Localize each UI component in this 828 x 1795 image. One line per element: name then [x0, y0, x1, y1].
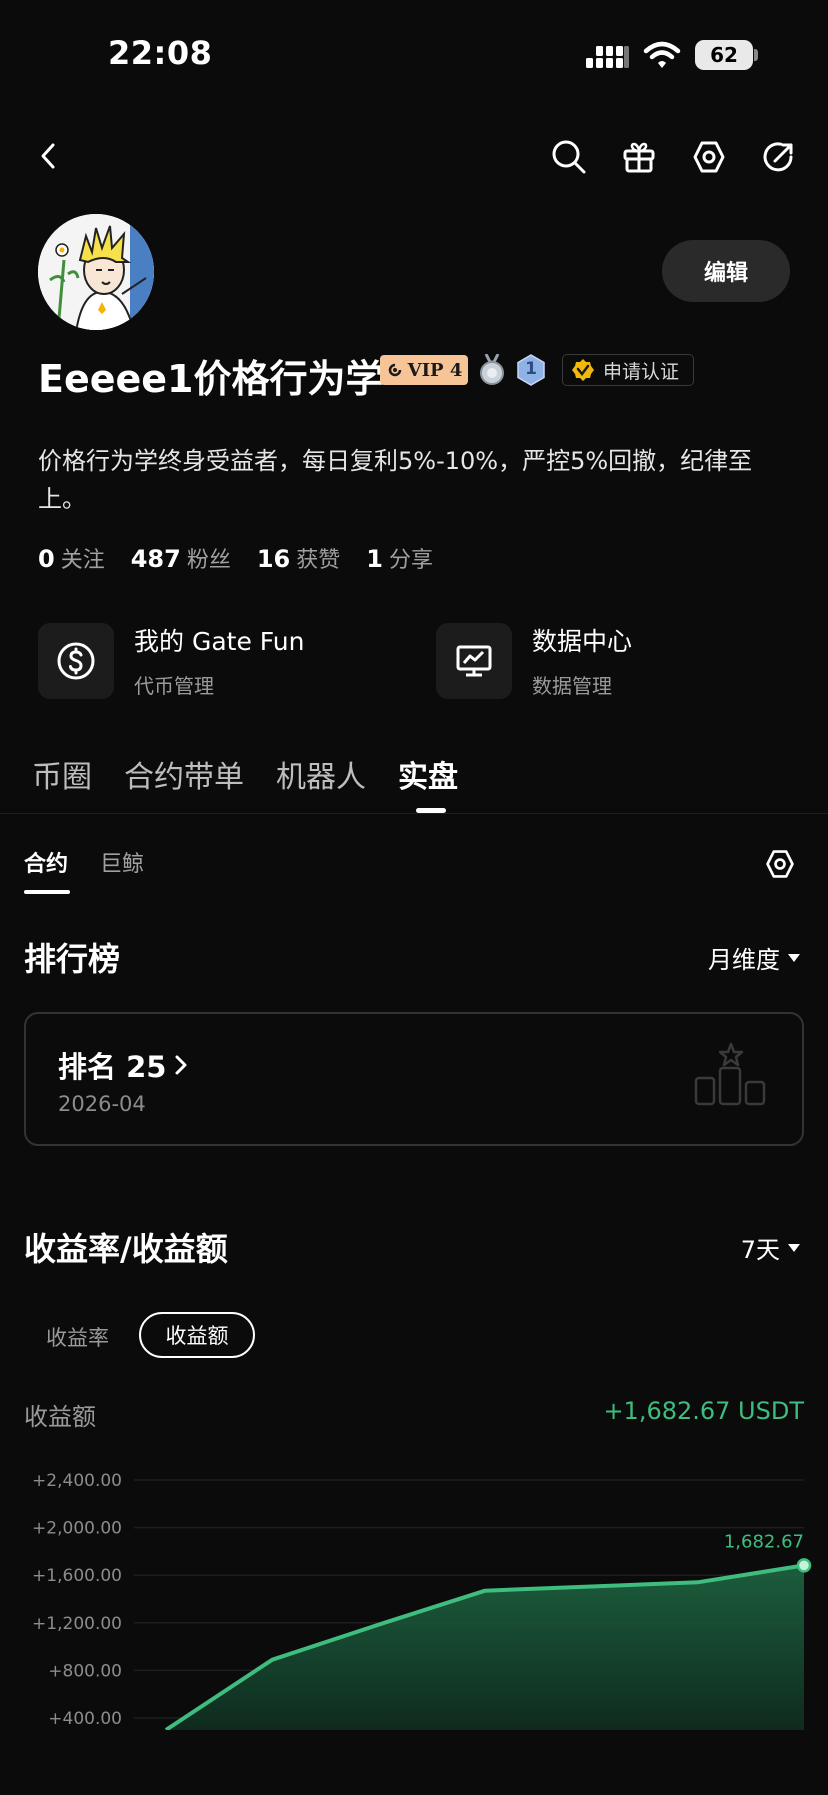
avatar[interactable]	[38, 214, 154, 330]
cellular-signal-icon	[586, 46, 629, 68]
chart-point	[796, 1558, 812, 1573]
card-icon-box	[38, 622, 114, 699]
search-icon	[552, 140, 586, 174]
edit-button[interactable]: 编辑	[662, 240, 790, 302]
rank-date: 2026-04	[58, 1092, 146, 1116]
ranking-title: 排行榜	[24, 940, 121, 978]
dropdown-label: 月维度	[708, 946, 780, 974]
segment-return-rate[interactable]: 收益率	[46, 1322, 109, 1352]
verify-label: 申请认证	[603, 360, 680, 383]
profile-stats: 0 关注 487 粉丝 16 获赞 1 分享	[38, 542, 433, 574]
metric-label: 收益额	[24, 1403, 96, 1431]
sub-tabs: 合约 巨鲸	[24, 846, 144, 878]
monitor-chart-icon	[456, 645, 492, 676]
stat-value: 16	[256, 545, 291, 573]
gift-button[interactable]	[618, 136, 660, 178]
chart-y-tick-label: +400.00	[48, 1709, 122, 1729]
silver-medal-icon[interactable]	[478, 354, 506, 386]
rank-card[interactable]: 排名 25 2026-04	[24, 1012, 804, 1146]
settings-icon	[766, 850, 794, 878]
subtab-futures[interactable]: 合约	[24, 846, 68, 878]
rank-text: 排名 25	[58, 1050, 167, 1084]
metric-value: +1,682.67 USDT	[603, 1397, 804, 1425]
subtab-whale[interactable]: 巨鲸	[100, 846, 144, 878]
dollar-coin-icon	[57, 642, 95, 679]
returns-title: 收益率/收益额	[24, 1230, 228, 1268]
stat-likes[interactable]: 16 获赞	[257, 542, 340, 574]
gift-icon	[623, 142, 655, 173]
verify-button[interactable]: 申请认证	[562, 354, 694, 386]
back-icon	[41, 143, 55, 169]
level-number: 1	[525, 359, 537, 379]
share-icon	[763, 142, 793, 172]
vip-badge[interactable]: VIP 4	[380, 355, 468, 385]
stat-label: 分享	[388, 548, 433, 573]
tab-coin-circle[interactable]: 币圈	[32, 752, 92, 796]
ranking-period-dropdown[interactable]: 月维度	[708, 940, 800, 975]
chart-y-tick-label: +1,200.00	[32, 1614, 122, 1634]
rank-label: 排名 25	[58, 1044, 188, 1086]
card-subtitle: 数据管理	[532, 674, 612, 698]
chart-y-tick-label: +800.00	[48, 1661, 122, 1681]
vip-label: VIP 4	[407, 359, 463, 381]
battery-indicator: 62	[695, 40, 753, 70]
data-center-card[interactable]: 数据中心 数据管理	[436, 622, 632, 699]
chart-y-tick-label: +1,600.00	[32, 1566, 122, 1586]
verified-badge-icon	[572, 359, 594, 381]
stat-label: 粉丝	[186, 548, 231, 573]
chart-y-tick-label: +2,400.00	[32, 1471, 122, 1491]
segment-return-amount[interactable]: 收益额	[139, 1312, 255, 1358]
battery-tip	[754, 49, 758, 61]
stat-label: 关注	[60, 548, 105, 573]
wifi-icon	[643, 41, 681, 68]
caret-down-icon	[788, 1243, 800, 1252]
stat-followers[interactable]: 487 粉丝	[131, 542, 231, 574]
tabs-divider	[0, 813, 828, 814]
level-badge[interactable]: 1	[516, 354, 546, 386]
caret-down-icon	[788, 953, 800, 962]
stat-shares[interactable]: 1 分享	[366, 542, 433, 574]
profile-name: Eeeee1价格行为学	[38, 357, 384, 401]
settings-button[interactable]	[688, 136, 730, 178]
returns-period-dropdown[interactable]: 7天	[741, 1230, 800, 1265]
tab-bots[interactable]: 机器人	[276, 752, 366, 796]
status-time: 22:08	[108, 34, 213, 72]
tab-copy-trading[interactable]: 合约带单	[124, 752, 244, 796]
share-button[interactable]	[758, 136, 800, 178]
returns-chart: +2,400.00 +2,000.00 +1,600.00 +1,200.00 +800…	[32, 1471, 812, 1730]
profile-bio: 价格行为学终身受益者，每日复利5%-10%，严控5%回撤，纪律至上。	[38, 447, 753, 513]
card-icon-box	[436, 622, 512, 699]
podium-icon	[694, 1042, 766, 1106]
subtab-active-indicator	[24, 890, 70, 894]
gate-fun-card[interactable]: 我的 Gate Fun 代币管理	[38, 622, 304, 699]
settings-icon	[693, 141, 725, 173]
chevron-right-icon	[175, 1055, 187, 1075]
avatar-illustration	[38, 214, 154, 330]
stat-label: 获赞	[296, 548, 341, 573]
card-title: 数据中心	[532, 627, 633, 656]
stat-value: 487	[130, 545, 181, 573]
subtab-settings-button[interactable]	[760, 844, 800, 884]
stat-value: 0	[38, 545, 55, 573]
search-button[interactable]	[548, 136, 590, 178]
vip-refresh-icon	[388, 363, 401, 377]
chart-y-tick-label: +2,000.00	[32, 1519, 122, 1539]
card-title: 我的 Gate Fun	[134, 627, 305, 656]
back-button[interactable]	[30, 136, 66, 176]
main-tabs: 币圈 合约带单 机器人 实盘	[32, 752, 458, 796]
stat-following[interactable]: 0 关注	[38, 542, 105, 574]
chart-end-value-label: 1,682.67	[724, 1531, 804, 1552]
card-subtitle: 代币管理	[134, 674, 214, 698]
tab-live-trading[interactable]: 实盘	[398, 752, 458, 796]
stat-value: 1	[366, 545, 383, 573]
dropdown-label: 7天	[740, 1236, 780, 1264]
